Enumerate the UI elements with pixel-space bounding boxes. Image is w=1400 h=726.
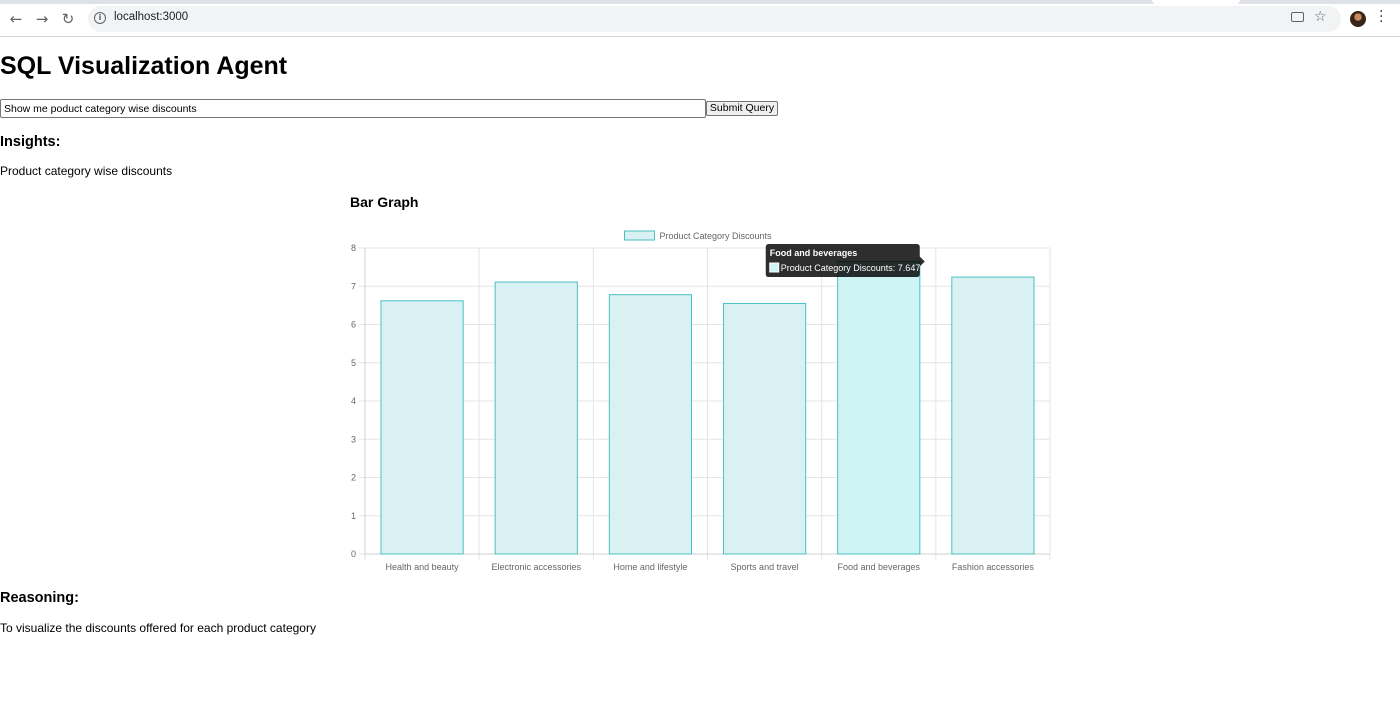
- chart-section-heading: Bar Graph: [350, 194, 419, 210]
- reasoning-heading: Reasoning:: [0, 590, 79, 606]
- submit-query-button[interactable]: Submit Query: [706, 101, 778, 116]
- legend-swatch[interactable]: [624, 230, 655, 241]
- tooltip-title: Food and beverages: [770, 248, 858, 258]
- browser-menu-icon[interactable]: · · ·: [1379, 5, 1383, 29]
- insights-text: Product category wise discounts: [0, 164, 173, 178]
- tooltip-label: Product Category Discounts: 7.647: [781, 263, 921, 273]
- bar[interactable]: [837, 261, 921, 555]
- legend-label[interactable]: Product Category Discounts: [660, 231, 773, 241]
- forward-arrow-icon[interactable]: →: [32, 9, 52, 29]
- url-text[interactable]: localhost:3000: [114, 11, 188, 23]
- x-tick-label: Sports and travel: [731, 562, 799, 572]
- y-tick-label: 7: [351, 281, 356, 291]
- y-tick-label: 1: [351, 511, 356, 521]
- x-tick-label: Food and beverages: [837, 562, 920, 572]
- back-arrow-icon[interactable]: ←: [6, 9, 26, 29]
- browser-toolbar: ← → ↻ i localhost:3000 ☆ · · ·: [0, 0, 1400, 37]
- bar[interactable]: [608, 294, 693, 555]
- bookmark-star-icon[interactable]: ☆: [1314, 9, 1327, 25]
- y-tick-label: 6: [351, 320, 356, 330]
- x-tick-label: Fashion accessories: [952, 562, 1035, 572]
- y-tick-label: 2: [351, 473, 356, 483]
- site-info-icon[interactable]: i: [94, 12, 106, 24]
- query-input[interactable]: [0, 99, 706, 118]
- y-tick-label: 8: [351, 243, 356, 253]
- y-tick-label: 4: [351, 396, 356, 406]
- y-tick-label: 0: [351, 549, 356, 559]
- bar[interactable]: [722, 302, 807, 555]
- profile-avatar[interactable]: [1350, 11, 1366, 27]
- x-tick-label: Electronic accessories: [491, 562, 581, 572]
- bar[interactable]: [951, 276, 1035, 555]
- page-title: SQL Visualization Agent: [0, 52, 288, 80]
- x-tick-label: Health and beauty: [386, 562, 460, 572]
- active-tab[interactable]: [1152, 0, 1240, 4]
- tab-strip: [0, 0, 1400, 4]
- bar[interactable]: [380, 300, 464, 555]
- x-tick-label: Home and lifestyle: [613, 562, 687, 572]
- y-tick-label: 3: [351, 434, 356, 444]
- y-tick-label: 5: [351, 358, 356, 368]
- install-app-icon[interactable]: [1291, 12, 1304, 22]
- reload-icon[interactable]: ↻: [58, 9, 78, 29]
- bar[interactable]: [494, 281, 578, 555]
- chart-tooltip: [765, 244, 925, 277]
- address-bar[interactable]: i localhost:3000 ☆: [88, 6, 1341, 32]
- insights-heading: Insights:: [0, 134, 61, 150]
- reasoning-text: To visualize the discounts offered for e…: [0, 621, 316, 635]
- tooltip-swatch: [769, 262, 780, 273]
